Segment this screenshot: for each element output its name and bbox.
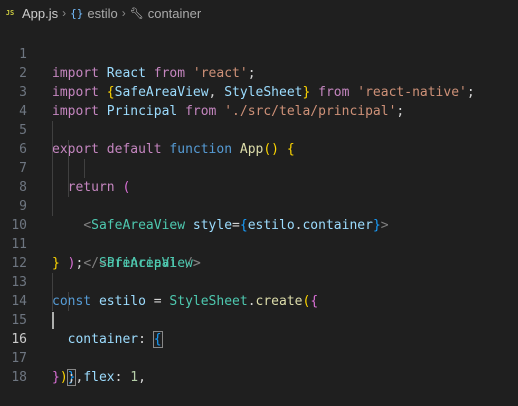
breadcrumb-item-estilo[interactable]: {} estilo xyxy=(70,6,118,21)
breadcrumb: JS App.js › {} estilo › 🔧︎ container xyxy=(0,0,518,26)
code-line: 18 xyxy=(0,349,518,385)
code-line: 12 xyxy=(0,235,518,271)
code-line: 1 import React from 'react'; xyxy=(0,26,518,81)
indent-guide xyxy=(52,140,53,159)
indent-guide xyxy=(68,178,69,197)
line-code: }); xyxy=(52,370,76,385)
code-line: 5 export default function App() { xyxy=(0,102,518,157)
breadcrumb-file[interactable]: JS App.js xyxy=(4,6,58,21)
code-line: 3 import Principal from './src/tela/prin… xyxy=(0,64,518,119)
code-line: 11 } xyxy=(0,216,518,271)
indent-guide xyxy=(52,197,53,216)
code-line: 10 ); xyxy=(0,197,518,271)
code-line: 7 <SafeAreaView style={estilo.container}… xyxy=(0,140,518,233)
chevron-right-icon: › xyxy=(121,6,126,20)
indent-guide xyxy=(52,292,53,311)
indent-guide xyxy=(68,140,69,159)
code-line: 6 return ( xyxy=(0,121,518,195)
code-line: 9 </SafeAreaView> xyxy=(0,178,518,271)
indent-guide xyxy=(52,273,53,292)
code-editor[interactable]: 1 import React from 'react'; 2 import {S… xyxy=(0,26,518,402)
indent-guide xyxy=(84,159,85,178)
code-line: 17 }); xyxy=(0,330,518,385)
indent-guide xyxy=(68,292,69,311)
code-line: 13 const estilo = StyleSheet.create({ xyxy=(0,254,518,309)
chevron-right-icon: › xyxy=(62,6,67,20)
object-symbol-icon: {} xyxy=(70,6,84,20)
code-line: 15 flex: 1, xyxy=(0,292,518,385)
indent-guide xyxy=(68,159,69,178)
wrench-property-icon: 🔧︎ xyxy=(129,7,144,20)
code-line-active: 16 }, xyxy=(0,311,518,386)
breadcrumb-file-name: App.js xyxy=(22,5,59,21)
breadcrumb-item-container[interactable]: 🔧︎ container xyxy=(130,6,201,21)
code-line: 14 container: { xyxy=(0,273,518,348)
code-line: 2 import {SafeAreaView, StyleSheet} from… xyxy=(0,45,518,100)
indent-guide xyxy=(52,178,53,197)
javascript-file-icon: JS xyxy=(5,9,15,17)
line-number: 18 xyxy=(11,370,27,385)
breadcrumb-item-label: container xyxy=(147,5,202,21)
breadcrumb-item-label: estilo xyxy=(87,5,118,21)
text-cursor xyxy=(52,312,54,329)
indent-guide xyxy=(52,159,53,178)
indent-guide xyxy=(52,121,53,140)
code-line: 4 xyxy=(0,83,518,119)
code-line: 8 <Principal /> xyxy=(0,159,518,271)
